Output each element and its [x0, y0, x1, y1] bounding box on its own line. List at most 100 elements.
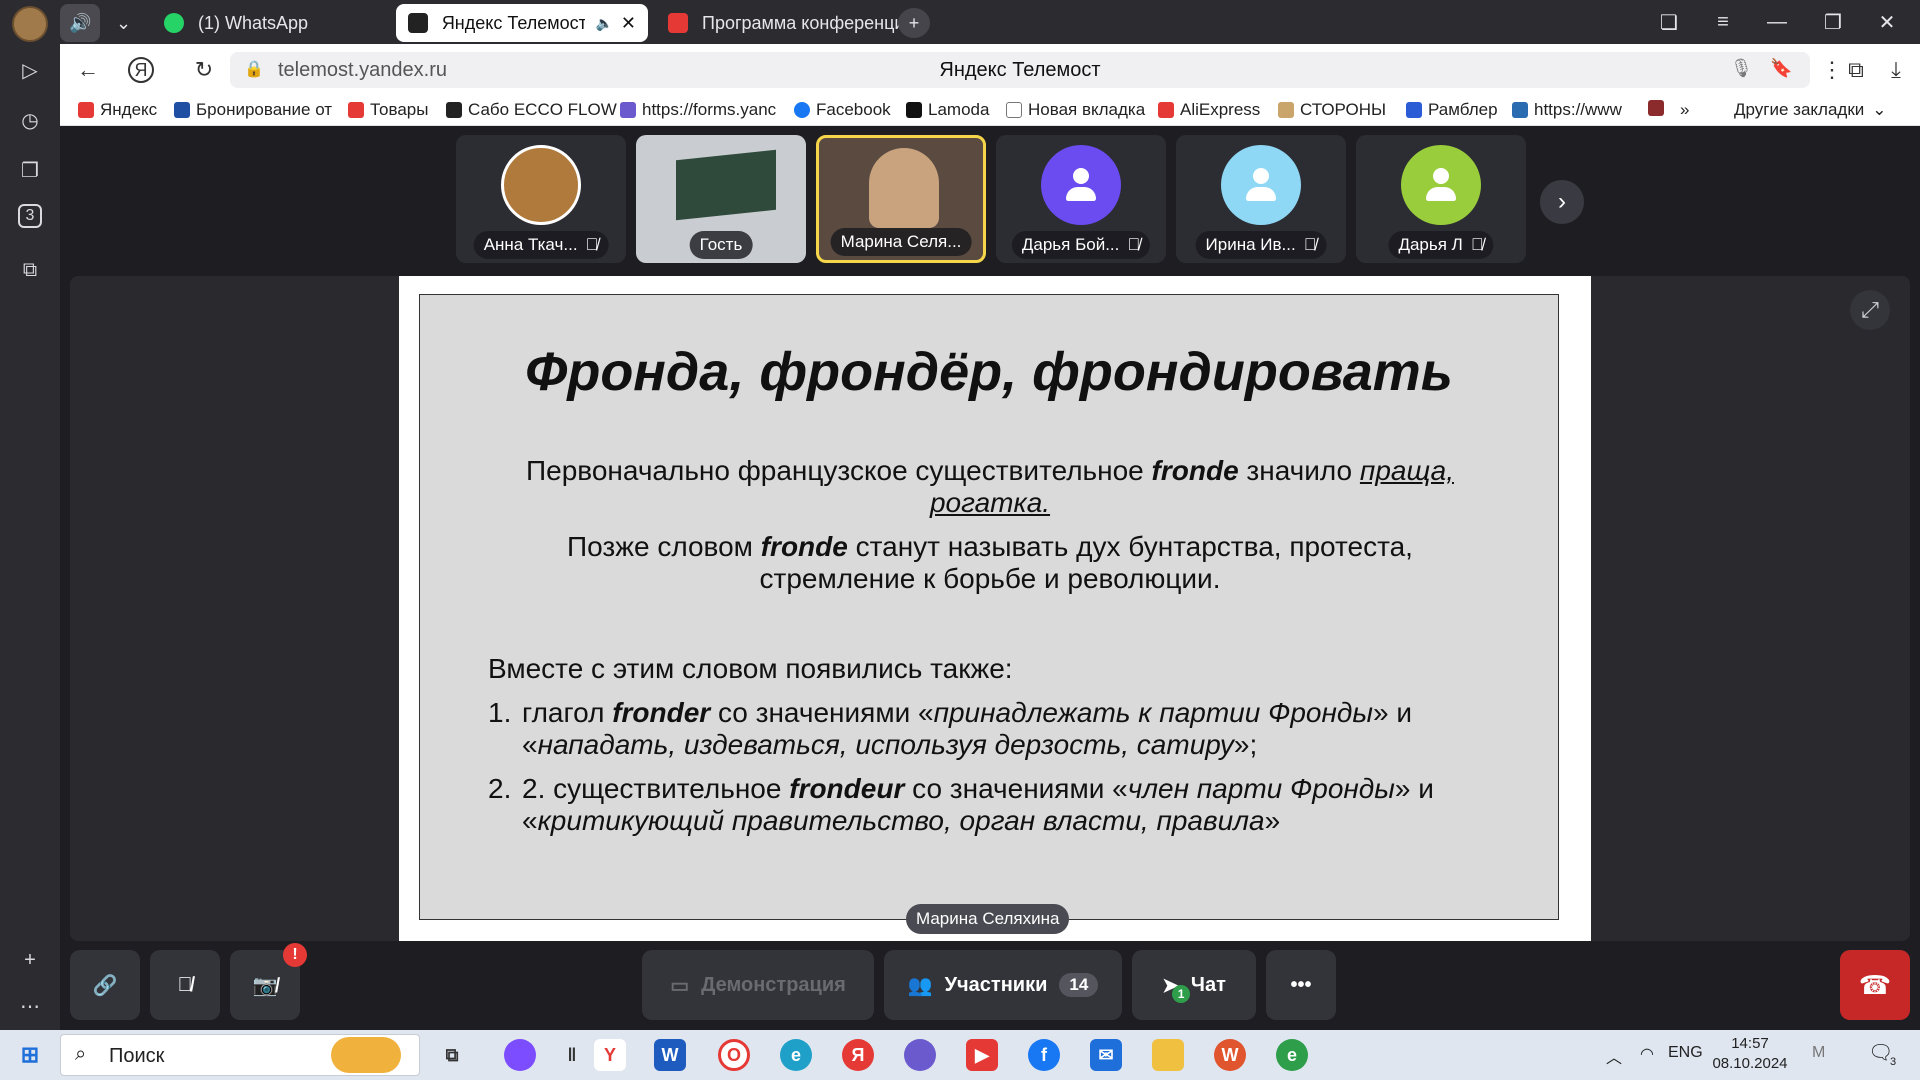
play-icon[interactable]: ▷ [14, 54, 46, 86]
pdf-icon [668, 13, 688, 33]
phone-hangup-icon: ☎ [1858, 969, 1892, 1000]
vivaldi-icon[interactable]: W [1214, 1039, 1246, 1071]
other-bookmarks[interactable]: Другие закладки ⌄ [1734, 100, 1887, 120]
avatar [1401, 145, 1481, 225]
collections-icon[interactable]: ❐ [14, 154, 46, 186]
menu-icon[interactable]: ≡ [1696, 0, 1750, 44]
bookmark-item[interactable]: Сабо ECCO FLOW [446, 100, 617, 120]
bookmark-item[interactable]: https://www [1512, 100, 1622, 120]
people-icon: 👥 [907, 974, 933, 997]
participant-name: Дарья Л 🎙̸ [1388, 231, 1494, 259]
new-tab-button[interactable]: + [898, 8, 930, 38]
wifi-icon[interactable]: ◠ [1640, 1044, 1654, 1064]
youtube-icon[interactable]: ▶ [966, 1039, 998, 1071]
restore-icon[interactable]: ❐ [1806, 0, 1860, 44]
bookmark-icon[interactable]: 🔖 [1770, 58, 1792, 79]
back-icon[interactable]: ← [72, 54, 104, 86]
page-icon [1006, 102, 1022, 118]
more-icon[interactable]: ⋯ [14, 990, 46, 1022]
tab-telemost[interactable]: Яндекс Телемост 🔈 ✕ [396, 4, 648, 42]
person-icon [1244, 168, 1278, 202]
extensions-icon[interactable]: ⧉ [1840, 54, 1872, 86]
bookmark-item[interactable]: СТОРОНЫ [1278, 100, 1386, 120]
task-view-icon[interactable]: ⧉ [436, 1039, 468, 1071]
word-icon[interactable]: W [654, 1039, 686, 1071]
bookmark-item[interactable]: Яндекс [78, 100, 157, 120]
chat-button[interactable]: ➤ 1 Чат [1132, 950, 1256, 1020]
leave-call-button[interactable]: ☎ [1840, 950, 1910, 1020]
tab-whatsapp[interactable]: (1) WhatsApp [152, 4, 432, 42]
bookmark-item[interactable]: https://forms.yanc [620, 100, 776, 120]
yandex-icon[interactable]: Я [128, 57, 154, 83]
profile-avatar[interactable] [12, 6, 48, 42]
counter-icon[interactable]: 3 [18, 204, 42, 228]
bookmark-item[interactable]: Новая вкладка [1006, 100, 1145, 120]
mic-off-icon: 🎙̸ [585, 235, 599, 254]
close-tab-icon[interactable]: ✕ [621, 13, 636, 34]
ecco-icon [446, 102, 462, 118]
widgets-icon[interactable]: M [1812, 1044, 1825, 1062]
bookmarks-bar: Яндекс Бронирование от Товары Сабо ECCO … [60, 96, 1920, 126]
mic-off-icon: 🎙̸ [1127, 235, 1141, 254]
language-indicator[interactable]: ENG [1668, 1044, 1703, 1062]
bookmark-item[interactable]: Facebook [794, 100, 891, 120]
tray-chevron-icon[interactable]: ︿ [1606, 1044, 1622, 1068]
folder-icon[interactable] [1152, 1039, 1184, 1071]
microphone-icon[interactable]: 🎙 [1730, 58, 1753, 79]
copy-link-button[interactable]: 🔗 [70, 950, 140, 1020]
participant-tile[interactable]: Дарья Л 🎙̸ [1356, 135, 1526, 263]
participant-tile[interactable]: Ирина Ив... 🎙̸ [1176, 135, 1346, 263]
alice-icon[interactable] [504, 1039, 536, 1071]
yandex-icon[interactable]: Я [842, 1039, 874, 1071]
microphone-toggle[interactable]: 🎙̸ [150, 950, 220, 1020]
history-icon[interactable]: ◷ [14, 104, 46, 136]
edge-icon[interactable]: e [780, 1039, 812, 1071]
windows-start-icon[interactable]: ⊞ [14, 1039, 46, 1071]
screen-share-button[interactable]: ▭ Демонстрация [642, 950, 874, 1020]
yandex-browser-icon[interactable]: Y [594, 1039, 626, 1071]
person-icon [1424, 168, 1458, 202]
facebook-icon[interactable]: f [1028, 1039, 1060, 1071]
app-icon[interactable] [904, 1039, 936, 1071]
tab-bar: 🔊 ⌄ (1) WhatsApp Яндекс Телемост 🔈 ✕ Про… [60, 0, 1920, 44]
fullscreen-icon[interactable]: ⤢ [1850, 290, 1890, 330]
taskbar-search[interactable]: ⌕ Поиск [60, 1034, 420, 1076]
participant-tile[interactable]: Гость [636, 135, 806, 263]
bookmark-item[interactable]: Рамблер [1406, 100, 1498, 120]
tab-list-icon[interactable]: ⌄ [106, 4, 142, 42]
url-field[interactable]: 🔒 telemost.yandex.ru Яндекс Телемост 🎙 🔖 [230, 52, 1810, 88]
mic-off-icon: 🎙̸ [1470, 235, 1484, 254]
reload-icon[interactable]: ↻ [188, 54, 220, 86]
send-icon: ➤ 1 [1162, 973, 1191, 1003]
bookmarks-overflow[interactable]: » [1680, 100, 1689, 120]
shared-screen: Фронда, фрондёр, фрондировать Первоначал… [399, 276, 1591, 941]
download-icon[interactable]: ⤓ [1880, 54, 1912, 86]
clock[interactable]: 14:57 08.10.2024 [1710, 1034, 1790, 1074]
participant-tile[interactable]: Анна Ткач... 🎙̸ [456, 135, 626, 263]
more-options-button[interactable]: ••• [1266, 950, 1336, 1020]
taskbar: ⊞ ⌕ Поиск ⧉ ‖ Y W O e Я ▶ f ✉ W e ︿ ◠ EN… [0, 1030, 1920, 1080]
bookmark-item[interactable]: Lamoda [906, 100, 989, 120]
avatar [1221, 145, 1301, 225]
chevron-down-icon: ⌄ [1872, 100, 1887, 119]
bookmark-item[interactable]: Бронирование от [174, 100, 332, 120]
close-window-icon[interactable]: ✕ [1860, 0, 1914, 44]
minimize-icon[interactable]: — [1750, 0, 1804, 44]
participant-tile-speaking[interactable]: Марина Селя... [816, 135, 986, 263]
browser-icon[interactable]: e [1276, 1039, 1308, 1071]
sound-tab-icon[interactable]: 🔊 [60, 4, 100, 42]
participant-tile[interactable]: Дарья Бой... 🎙̸ [996, 135, 1166, 263]
participants-button[interactable]: 👥 Участники 14 [884, 950, 1122, 1020]
meeting-area: Анна Ткач... 🎙̸ Гость Марина Селя... Дарь… [60, 126, 1920, 1030]
screenshot-icon[interactable]: ⧉ [14, 254, 46, 286]
opera-icon[interactable]: O [718, 1039, 750, 1071]
collections-tab-icon[interactable]: ❏ [1642, 0, 1696, 44]
presenter-name: Марина Селяхина [906, 904, 1070, 934]
audio-playing-icon[interactable]: 🔈 [595, 15, 612, 32]
mail-icon[interactable]: ✉ [1090, 1039, 1122, 1071]
add-panel-icon[interactable]: + [14, 944, 46, 976]
bookmark-item[interactable]: Товары [348, 100, 428, 120]
bookmark-item[interactable]: AliExpress [1158, 100, 1260, 120]
next-participants-button[interactable]: › [1540, 180, 1584, 224]
bookmark-item[interactable] [1648, 100, 1670, 116]
